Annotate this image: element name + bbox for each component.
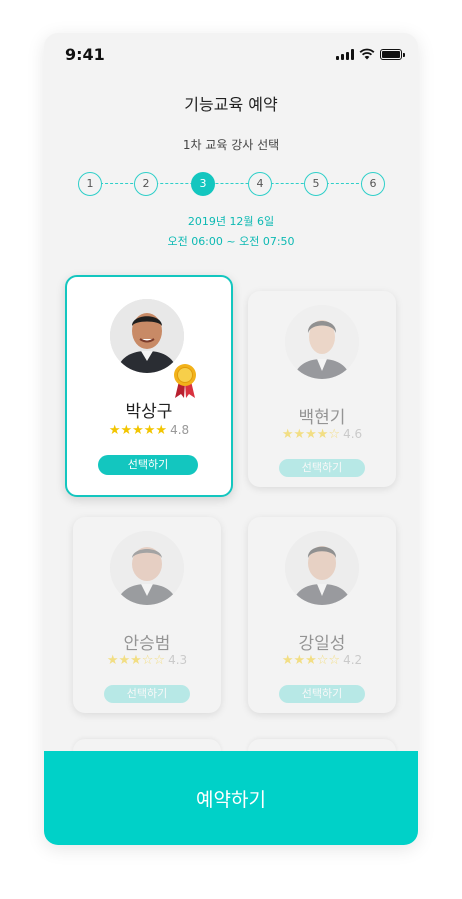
step-4: 4 <box>248 172 272 196</box>
instructor-card-1[interactable]: 박상구 ★★★★★ 4.8 선택하기 <box>65 275 233 497</box>
step-6: 6 <box>361 172 385 196</box>
instructor-rating: ★★★☆☆ 4.3 <box>73 653 221 668</box>
step-3-current: 3 <box>191 172 215 196</box>
rating-score: 4.6 <box>343 427 363 441</box>
signal-icon <box>336 48 354 60</box>
instructor-card-2[interactable]: 백현기 ★★★★☆ 4.6 선택하기 <box>248 291 396 487</box>
step-connector <box>90 183 374 184</box>
status-icons <box>336 48 405 60</box>
instructor-avatar <box>110 531 184 605</box>
star-rating-icon: ★★★☆☆ <box>281 653 341 668</box>
step-2: 2 <box>134 172 158 196</box>
award-medal-icon <box>174 364 196 398</box>
instructor-rating: ★★★★☆ 4.6 <box>248 427 396 442</box>
instructor-rating: ★★★★★ 4.8 <box>67 423 231 438</box>
select-instructor-button[interactable]: 선택하기 <box>104 685 190 703</box>
select-instructor-button[interactable]: 선택하기 <box>98 455 198 475</box>
page-subtitle: 1차 교육 강사 선택 <box>182 138 280 152</box>
page-title: 기능교육 예약 <box>184 95 278 114</box>
instructor-name: 안승범 <box>123 634 171 654</box>
instructor-name: 강일성 <box>298 634 346 654</box>
schedule-time: 오전 06:00 ~ 오전 07:50 <box>167 235 295 248</box>
instructor-avatar <box>110 299 184 373</box>
schedule-date: 2019년 12월 6일 <box>187 215 275 228</box>
instructor-card-4[interactable]: 강일성 ★★★☆☆ 4.2 선택하기 <box>248 517 396 713</box>
instructor-avatar <box>285 531 359 605</box>
rating-score: 4.3 <box>168 653 188 667</box>
battery-icon <box>380 48 405 60</box>
select-instructor-button[interactable]: 선택하기 <box>279 685 365 703</box>
rating-score: 4.8 <box>170 423 190 437</box>
step-indicator: 1 2 3 4 5 6 <box>78 172 386 196</box>
select-instructor-button[interactable]: 선택하기 <box>279 459 365 477</box>
instructor-avatar <box>285 305 359 379</box>
instructor-card-3[interactable]: 안승범 ★★★☆☆ 4.3 선택하기 <box>73 517 221 713</box>
instructor-rating: ★★★☆☆ 4.2 <box>248 653 396 668</box>
step-5: 5 <box>304 172 328 196</box>
star-rating-icon: ★★★★☆ <box>281 427 341 442</box>
instructor-name: 백현기 <box>298 408 346 428</box>
instructor-name: 박상구 <box>125 402 173 422</box>
wifi-icon <box>359 48 375 60</box>
phone-screen: 9:41 기능교육 예약 1차 교육 강사 선택 1 2 3 4 5 6 201… <box>44 33 418 845</box>
step-1: 1 <box>78 172 102 196</box>
book-button[interactable]: 예약하기 <box>44 751 418 845</box>
rating-score: 4.2 <box>343 653 363 667</box>
status-time: 9:41 <box>65 45 105 64</box>
star-rating-icon: ★★★★★ <box>108 423 168 438</box>
star-rating-icon: ★★★☆☆ <box>106 653 166 668</box>
